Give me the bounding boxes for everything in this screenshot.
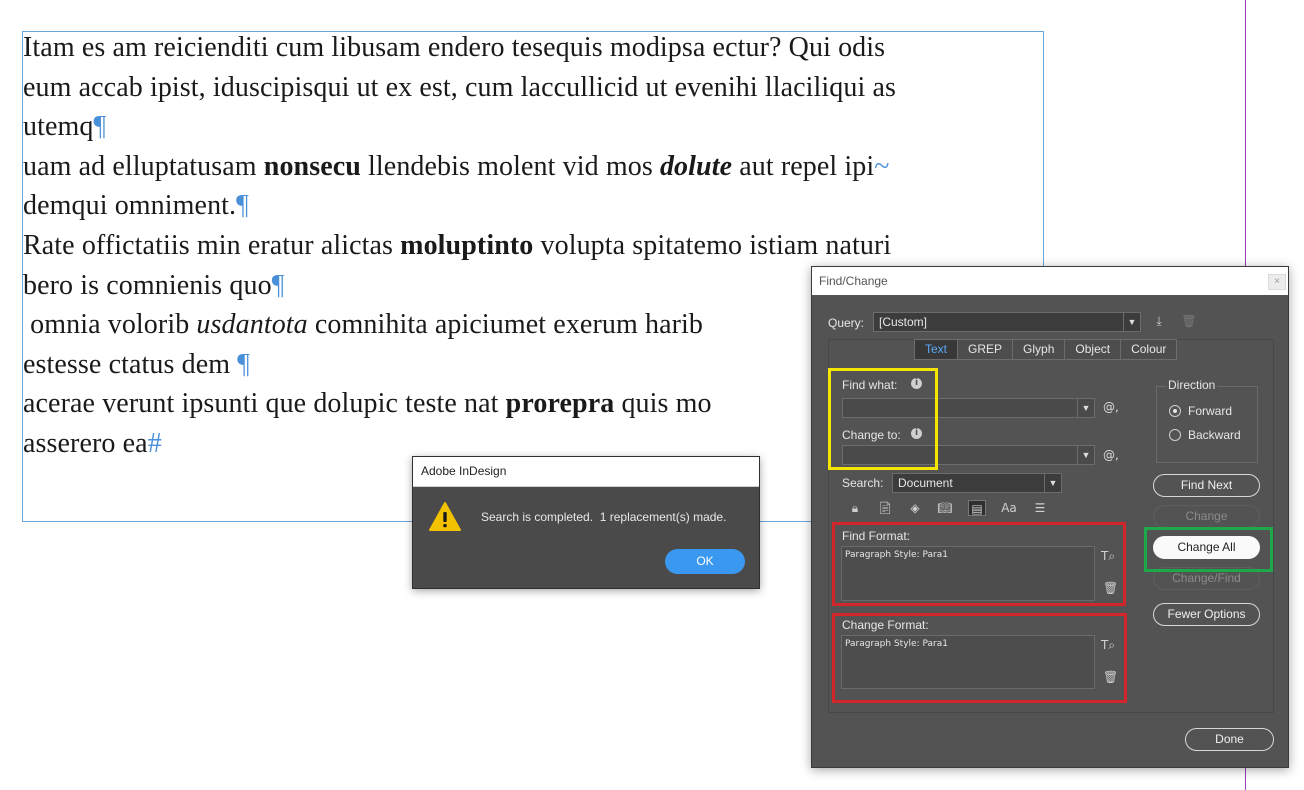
tab-text[interactable]: Text	[914, 339, 959, 360]
document-line[interactable]: Rate offictatiis min eratur alictas molu…	[23, 226, 1043, 266]
document-line[interactable]: Itam es am reicienditi cum libusam ender…	[23, 28, 1043, 68]
search-scope-value: Document	[898, 476, 953, 490]
change-format-highlight	[832, 613, 1127, 703]
chevron-down-icon[interactable]: ▼	[1077, 446, 1094, 464]
find-format-highlight	[832, 522, 1126, 606]
done-button[interactable]: Done	[1185, 728, 1274, 751]
dialog-titlebar[interactable]: Find/Change ×	[812, 267, 1288, 295]
fewer-options-button[interactable]: Fewer Options	[1153, 603, 1260, 626]
change-all-highlight	[1144, 527, 1273, 572]
direction-label: Direction	[1166, 378, 1218, 392]
ok-button[interactable]: OK	[665, 549, 745, 574]
dialog-title: Find/Change	[819, 274, 888, 288]
query-value: [Custom]	[879, 315, 928, 329]
chevron-down-icon[interactable]: ▼	[1077, 399, 1094, 417]
tab-glyph[interactable]: Glyph	[1013, 339, 1066, 360]
special-characters-icon[interactable]: @,	[1103, 448, 1119, 462]
case-sensitive-icon[interactable]: Aa	[1000, 500, 1018, 516]
find-next-button[interactable]: Find Next	[1153, 474, 1260, 497]
include-hidden-layers-icon[interactable]: ◈	[906, 500, 924, 516]
document-line[interactable]: utemq¶	[23, 107, 1043, 147]
tab-grep[interactable]: GREP	[958, 339, 1014, 360]
save-query-icon[interactable]: ⤓	[1150, 313, 1168, 329]
search-label: Search:	[842, 476, 884, 490]
include-footnotes-icon[interactable]: ▤	[968, 500, 986, 516]
query-dropdown[interactable]: [Custom] ▼	[873, 312, 1141, 332]
change-button[interactable]: Change	[1153, 505, 1260, 528]
document-line[interactable]: uam ad elluptatusam nonsecu llendebis mo…	[23, 147, 1043, 187]
delete-query-icon[interactable]: 🗑︎	[1180, 313, 1198, 329]
direction-backward-label[interactable]: Backward	[1188, 428, 1241, 442]
direction-forward-label[interactable]: Forward	[1188, 404, 1232, 418]
find-change-highlight	[828, 368, 938, 470]
direction-group	[1156, 386, 1258, 463]
chevron-down-icon: ▼	[1123, 313, 1140, 331]
chevron-down-icon: ▼	[1044, 474, 1061, 492]
document-line[interactable]: eum accab ipist, iduscipisqui ut ex est,…	[23, 68, 1043, 108]
alert-message: Search is completed. 1 replacement(s) ma…	[481, 510, 727, 524]
tab-colour[interactable]: Colour	[1121, 339, 1178, 360]
direction-backward-radio[interactable]	[1169, 429, 1181, 441]
tab-object[interactable]: Object	[1065, 339, 1122, 360]
whole-word-icon[interactable]: ☰	[1031, 500, 1049, 516]
include-locked-stories-icon[interactable]: 📄︎	[876, 500, 894, 516]
search-scope-dropdown[interactable]: Document ▼	[892, 473, 1062, 493]
tab-bar: Text GREP Glyph Object Colour	[914, 339, 1178, 360]
include-locked-layers-icon[interactable]: 🔒︎	[846, 500, 864, 516]
warning-icon	[429, 502, 461, 531]
query-label: Query:	[828, 316, 865, 330]
close-icon[interactable]: ×	[1268, 274, 1286, 290]
alert-title: Adobe InDesign	[413, 457, 759, 487]
alert-dialog: Adobe InDesign Search is completed. 1 re…	[412, 456, 760, 589]
include-master-pages-icon[interactable]: 📖︎	[936, 500, 954, 516]
special-characters-icon[interactable]: @,	[1103, 400, 1119, 414]
document-line[interactable]: demqui omniment.¶	[23, 186, 1043, 226]
direction-forward-radio[interactable]	[1169, 405, 1181, 417]
